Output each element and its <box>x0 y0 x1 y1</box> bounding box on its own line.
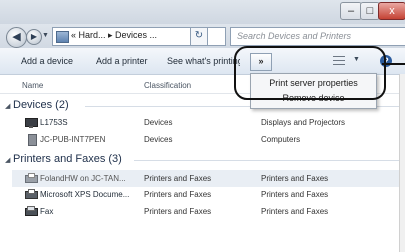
computer-icon <box>28 134 37 146</box>
back-arrow-icon: ◀ <box>12 31 21 43</box>
device-name[interactable]: L1753S <box>40 118 68 127</box>
printer-icon <box>25 189 38 199</box>
scrollbar[interactable] <box>399 74 405 252</box>
fax-category: Printers and Faxes <box>261 207 329 216</box>
device-category: Displays and Projectors <box>261 118 346 127</box>
address-path[interactable]: « Hard... ▸ Devices ... <box>71 30 157 41</box>
printer-name[interactable]: FolandHW on JC-TAN... <box>40 174 126 183</box>
printer-category: Printers and Faxes <box>261 190 329 199</box>
history-dropdown-icon[interactable]: ▼ <box>42 32 49 39</box>
callout-line <box>382 63 405 65</box>
forward-arrow-icon: ▶ <box>30 32 38 41</box>
fax-icon <box>25 206 38 216</box>
device-name[interactable]: JC-PUB-INT7PEN <box>40 135 105 144</box>
printer-category: Printers and Faxes <box>261 174 329 183</box>
add-printer-button[interactable]: Add a printer <box>96 56 148 66</box>
forward-button[interactable]: ▶ <box>26 29 42 45</box>
search-placeholder: Search Devices and Printers <box>237 31 352 41</box>
device-classification: Devices <box>144 118 173 127</box>
close-button[interactable]: x <box>378 2 405 20</box>
maximize-icon: □ <box>366 5 374 17</box>
printer-name[interactable]: Microsoft XPS Docume... <box>40 190 129 199</box>
collapse-arrow-icon[interactable]: ◢ <box>5 156 10 164</box>
control-panel-icon <box>56 31 69 43</box>
refresh-icon: ↻ <box>194 30 204 41</box>
device-category: Computers <box>261 135 301 144</box>
group-divider <box>134 160 399 161</box>
printer-classification: Printers and Faxes <box>144 174 212 183</box>
see-whats-printing-button[interactable]: See what's printing <box>167 56 240 66</box>
collapse-arrow-icon[interactable]: ◢ <box>5 102 10 110</box>
minimize-icon: – <box>347 5 355 17</box>
column-header-classification[interactable]: Classification <box>144 81 191 90</box>
callout-highlight <box>234 46 386 100</box>
address-row: ◀ ▶ ▼ « Hard... ▸ Devices ... ▼ ↻ Search… <box>0 24 405 48</box>
minimize-button[interactable]: – <box>340 2 362 20</box>
add-device-button[interactable]: Add a device <box>21 56 73 66</box>
printer-icon <box>25 173 38 183</box>
close-icon: x <box>389 5 395 17</box>
back-button[interactable]: ◀ <box>6 27 27 48</box>
fax-name[interactable]: Fax <box>40 207 53 216</box>
column-header-name[interactable]: Name <box>22 81 43 90</box>
maximize-button[interactable]: □ <box>360 2 380 20</box>
printer-classification: Printers and Faxes <box>144 190 212 199</box>
fax-classification: Printers and Faxes <box>144 207 212 216</box>
group-header-printers-and-faxes[interactable]: Printers and Faxes (3) <box>13 153 122 165</box>
monitor-icon <box>25 118 38 128</box>
search-input[interactable]: Search Devices and Printers <box>230 27 405 46</box>
group-header-devices[interactable]: Devices (2) <box>13 99 69 111</box>
refresh-button[interactable]: ↻ <box>190 27 208 46</box>
device-classification: Devices <box>144 135 173 144</box>
